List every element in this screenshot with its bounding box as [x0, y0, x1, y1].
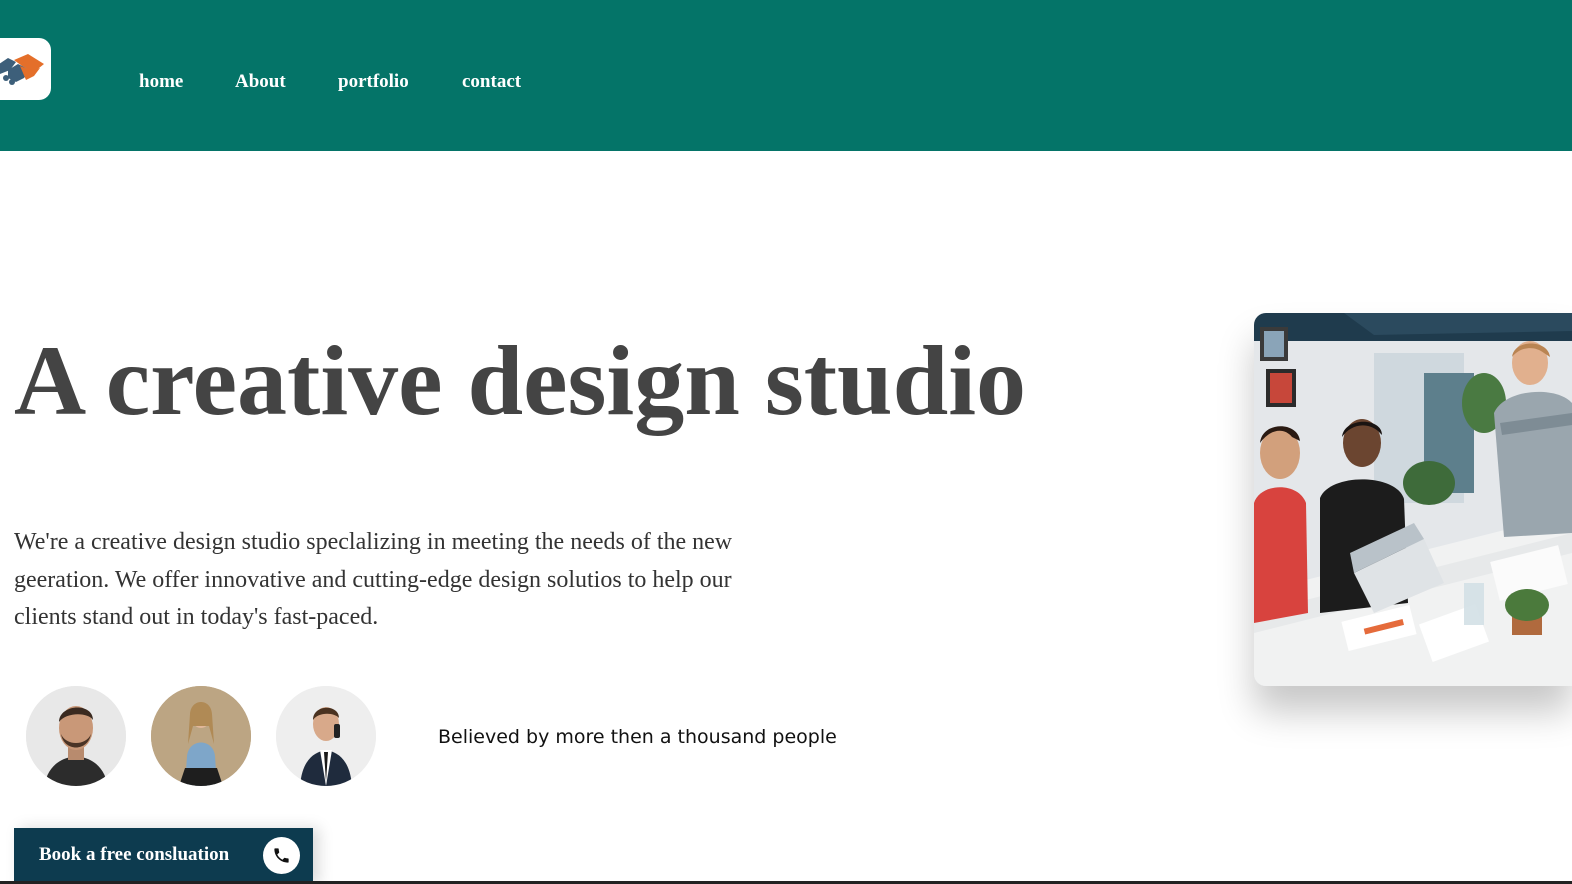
header: home About portfolio contact — [0, 0, 1572, 151]
nav-link-contact[interactable]: contact — [462, 70, 521, 94]
social-proof-text: Believed by more then a thousand people — [438, 726, 837, 748]
team-meeting-photo — [1254, 313, 1572, 686]
cta-label: Book a free consluation — [39, 844, 230, 865]
hero-title: A creative design studio — [14, 325, 1027, 436]
hero-description: We're a creative design studio speclaliz… — [14, 529, 733, 630]
nav-link-about[interactable]: About — [235, 70, 286, 94]
avatar — [26, 686, 126, 786]
nav-link-home[interactable]: home — [139, 70, 183, 94]
logo[interactable] — [0, 38, 51, 100]
avatar — [276, 686, 376, 786]
handshake-icon — [0, 54, 44, 85]
book-consultation-button[interactable]: Book a free consluation — [14, 828, 313, 884]
nav-link-portfolio[interactable]: portfolio — [338, 70, 409, 94]
phone-icon — [263, 837, 300, 874]
avatar — [151, 686, 251, 786]
